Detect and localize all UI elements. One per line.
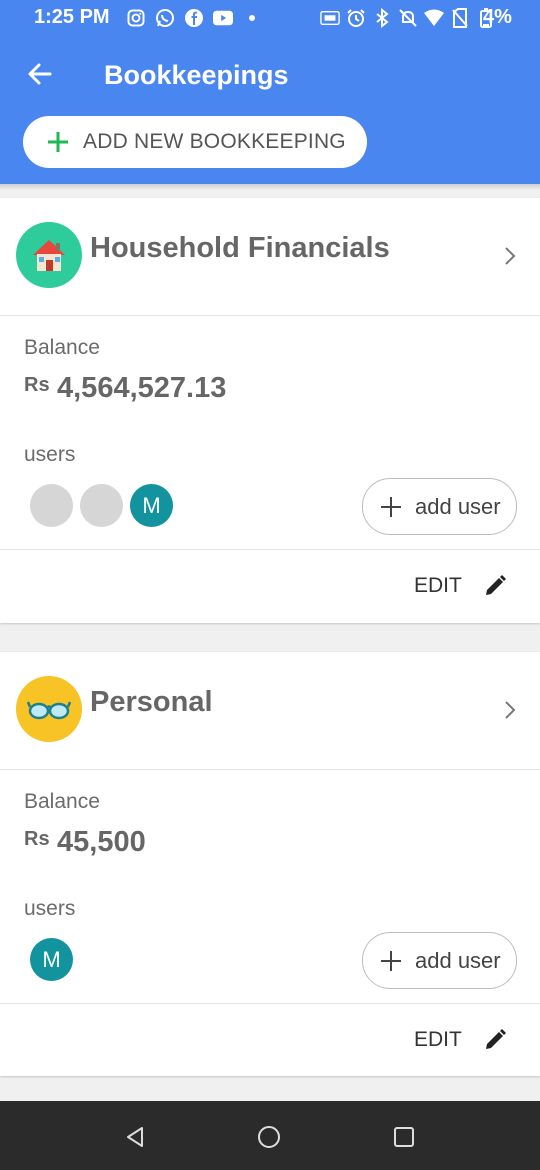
chevron-right-icon[interactable] — [498, 698, 522, 722]
add-user-label: add user — [415, 493, 501, 519]
no-sim-icon — [450, 8, 470, 28]
balance-label: Balance — [24, 790, 100, 813]
plus-icon — [45, 129, 71, 155]
user-avatar[interactable] — [80, 484, 123, 527]
whatsapp-icon — [155, 8, 175, 28]
add-user-button[interactable]: add user — [362, 932, 517, 989]
chevron-right-icon[interactable] — [498, 244, 522, 268]
user-avatar[interactable]: M — [30, 938, 73, 981]
recents-icon[interactable] — [390, 1123, 418, 1151]
pencil-icon — [482, 573, 508, 599]
edit-button[interactable]: EDIT — [414, 570, 508, 602]
battery-percent: 4% — [483, 6, 512, 28]
balance-value: 4,564,527.13 — [57, 372, 227, 404]
alarm-icon — [346, 8, 366, 28]
instagram-icon — [126, 8, 146, 28]
page-title: Bookkeepings — [104, 60, 289, 90]
bookkeeping-avatar — [16, 222, 82, 288]
user-list: M — [30, 484, 173, 527]
pencil-icon — [482, 1027, 508, 1053]
bluetooth-icon — [372, 8, 392, 28]
system-nav-bar — [0, 1101, 540, 1170]
bookkeeping-body: Balance Rs 45,500 users M add user — [0, 770, 540, 1004]
dot-icon — [242, 8, 262, 28]
bookkeeping-card: Household Financials Balance Rs 4,564,52… — [0, 198, 540, 623]
mute-icon — [398, 8, 418, 28]
house-icon — [33, 240, 65, 271]
balance-label: Balance — [24, 336, 100, 359]
app-bar-shadow — [0, 184, 540, 190]
bookkeeping-avatar — [16, 676, 82, 742]
edit-button[interactable]: EDIT — [414, 1024, 508, 1056]
plus-icon — [379, 949, 403, 973]
add-new-bookkeeping-button[interactable]: ADD NEW BOOKKEEPING — [23, 116, 367, 168]
facebook-icon — [184, 8, 204, 28]
bookkeeping-name: Household Financials — [90, 232, 390, 264]
add-user-label: add user — [415, 947, 501, 973]
users-label: users — [24, 897, 76, 920]
add-user-button[interactable]: add user — [362, 478, 517, 535]
status-bar: 1:25 PM 4% — [0, 0, 540, 36]
bookkeeping-header[interactable]: Personal — [0, 652, 540, 770]
wifi-icon — [424, 8, 444, 28]
back-button[interactable] — [22, 56, 58, 92]
youtube-icon — [213, 8, 233, 28]
status-time: 1:25 PM — [34, 6, 110, 28]
bookkeeping-card: Personal Balance Rs 45,500 users M add u… — [0, 652, 540, 1076]
bookkeeping-body: Balance Rs 4,564,527.13 users M add user — [0, 316, 540, 550]
notification-icons — [126, 8, 262, 28]
bookkeeping-name: Personal — [90, 686, 213, 718]
back-icon[interactable] — [121, 1123, 149, 1151]
app-bar: Bookkeepings ADD NEW BOOKKEEPING — [0, 36, 540, 184]
bookkeeping-footer: EDIT — [0, 550, 540, 622]
arrow-left-icon — [28, 63, 52, 85]
balance-value: 45,500 — [57, 826, 146, 858]
user-avatar[interactable]: M — [130, 484, 173, 527]
home-icon[interactable] — [255, 1123, 283, 1151]
glasses-icon — [27, 701, 71, 720]
add-new-bookkeeping-label: ADD NEW BOOKKEEPING — [83, 130, 346, 153]
edit-label: EDIT — [414, 574, 462, 597]
currency-symbol: Rs — [24, 374, 50, 396]
users-label: users — [24, 443, 76, 466]
user-list: M — [30, 938, 73, 981]
plus-icon — [379, 495, 403, 519]
lte-icon — [320, 8, 340, 28]
currency-symbol: Rs — [24, 828, 50, 850]
bookkeeping-footer: EDIT — [0, 1004, 540, 1076]
bookkeeping-header[interactable]: Household Financials — [0, 198, 540, 316]
edit-label: EDIT — [414, 1028, 462, 1051]
user-avatar[interactable] — [30, 484, 73, 527]
system-icons — [320, 8, 496, 28]
